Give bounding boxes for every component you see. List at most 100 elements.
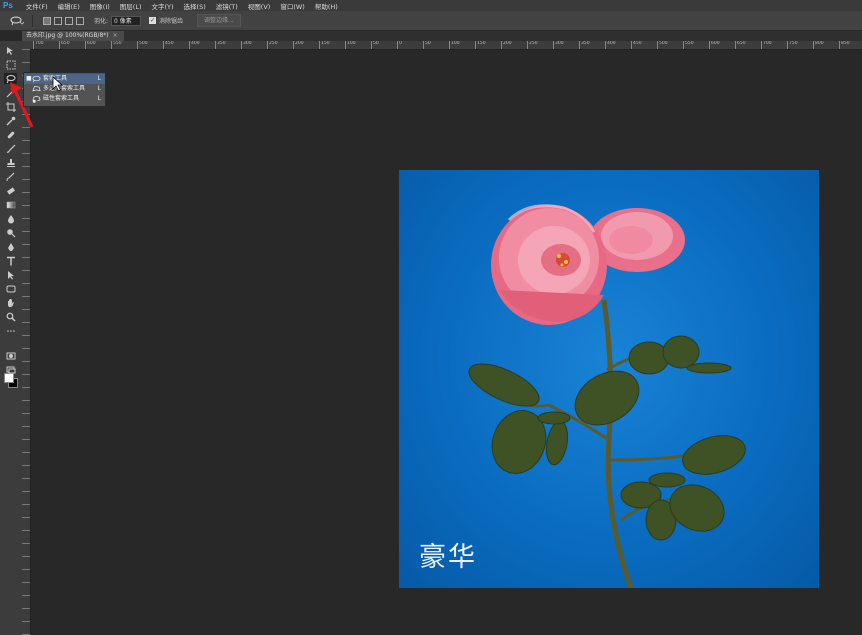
ruler-tick [22, 179, 30, 183]
more-tools[interactable] [4, 325, 17, 336]
path-selection-tool[interactable] [4, 269, 17, 280]
ruler-tick [22, 335, 30, 339]
watermark-text[interactable]: 豪华 [419, 535, 477, 574]
rose-stem [601, 299, 634, 588]
menu-select[interactable]: 选择(S) [179, 1, 211, 11]
menu-window[interactable]: 窗口(W) [275, 1, 310, 11]
document-tab-title: 去水印.jpg @ 100%(RGB/8*) [26, 32, 109, 39]
gradient-tool[interactable] [4, 199, 17, 210]
marquee-tool[interactable] [4, 59, 17, 70]
ruler-tick [22, 270, 30, 274]
quick-mask-icon [6, 352, 15, 359]
gradient-icon [6, 201, 15, 208]
move-tool[interactable] [4, 45, 17, 56]
hand-icon [7, 298, 14, 307]
ruler-tick [22, 452, 30, 456]
ruler-tick-label: 100 [449, 41, 460, 49]
feather-label: 羽化: [94, 18, 109, 25]
polygonal-lasso-icon [32, 85, 41, 92]
add-to-selection-icon[interactable] [54, 16, 62, 25]
ruler-tick [22, 465, 30, 469]
ruler-tick [22, 322, 30, 326]
history-brush-tool[interactable] [4, 171, 17, 182]
brush-icon [6, 144, 15, 153]
pen-tool[interactable] [4, 241, 17, 252]
menu-filter[interactable]: 滤镜(T) [211, 1, 243, 11]
lasso-icon [32, 75, 41, 83]
refine-edge-button[interactable]: 调整边缘... [197, 14, 241, 27]
flyout-item-label: 多边形套索工具 [43, 85, 86, 92]
rose-flowers [491, 204, 685, 325]
document-image[interactable]: 豪华 [399, 170, 819, 588]
antialias-checkbox[interactable]: ✓ 消除锯齿 [149, 16, 183, 25]
shape-tool[interactable] [4, 283, 17, 294]
screen-mode-icon [6, 366, 15, 373]
horizontal-ruler: 700 650 600 550 500 450 400 350 300 250 200 150 100 5… [30, 41, 862, 50]
eraser-tool[interactable] [4, 185, 17, 196]
menu-edit[interactable]: 编辑(E) [53, 1, 85, 11]
menu-layer[interactable]: 图层(L) [115, 1, 147, 11]
antialias-label: 消除锯齿 [159, 18, 184, 25]
ruler-tick [22, 348, 30, 352]
canvas-area[interactable]: 豪华 [31, 50, 862, 635]
hand-tool[interactable] [4, 297, 17, 308]
tool-preset-picker[interactable] [6, 14, 28, 27]
lasso-tool-flyout: ■ 套索工具 L 多边形套索工具 L 磁性套索工具 L [23, 72, 106, 107]
blur-tool[interactable] [4, 213, 17, 224]
zoom-tool[interactable] [4, 311, 17, 322]
flyout-item-polygonal-lasso[interactable]: 多边形套索工具 L [24, 84, 105, 94]
type-icon [6, 256, 15, 265]
ruler-tick [22, 361, 30, 365]
photoshop-logo: Ps [3, 1, 13, 10]
ruler-tick [22, 621, 30, 625]
menu-bar: Ps 文件(F) 编辑(E) 图像(I) 图层(L) 文字(Y) 选择(S) 滤… [0, 0, 862, 11]
subtract-from-selection-icon[interactable] [65, 16, 73, 25]
ruler-tick-label: 850 [839, 41, 850, 49]
new-selection-icon[interactable] [43, 16, 51, 25]
flyout-item-magnetic-lasso[interactable]: 磁性套索工具 L [24, 94, 105, 104]
menu-type[interactable]: 文字(Y) [147, 1, 179, 11]
menu-image[interactable]: 图像(I) [85, 1, 115, 11]
close-tab-icon[interactable]: × [113, 32, 118, 39]
ruler-tick-label: 400 [605, 41, 616, 49]
ruler-tick [22, 582, 30, 586]
menu-view[interactable]: 视图(V) [243, 1, 276, 11]
intersect-selection-icon[interactable] [76, 16, 84, 25]
ruler-tick-label: 600 [85, 41, 96, 49]
ruler-tick [22, 296, 30, 300]
bandage-icon [7, 131, 14, 138]
ruler-tick [22, 257, 30, 261]
ruler-tick [22, 517, 30, 521]
menu-help[interactable]: 帮助(H) [310, 1, 343, 11]
selection-mode-group [43, 16, 84, 25]
ruler-tick-label: 550 [111, 41, 122, 49]
ruler-tick-label: 0 [397, 41, 402, 49]
ruler-tick [22, 374, 30, 378]
ruler-tick [22, 491, 30, 495]
screen-mode-button[interactable] [4, 364, 17, 375]
ruler-tick [22, 595, 30, 599]
ruler-tick-label: 50 [371, 41, 379, 49]
type-tool[interactable] [4, 255, 17, 266]
ruler-tick [22, 218, 30, 222]
more-icon [6, 329, 15, 332]
flyout-item-shortcut: L [97, 75, 101, 82]
clone-stamp-tool[interactable] [4, 157, 17, 168]
ruler-tick [22, 153, 30, 157]
quick-mask-button[interactable] [4, 350, 17, 361]
document-tab[interactable]: 去水印.jpg @ 100%(RGB/8*) × [22, 31, 124, 41]
dodge-icon [6, 228, 15, 237]
healing-brush-tool[interactable] [4, 129, 17, 140]
ruler-tick-label: 550 [683, 41, 694, 49]
menu-file[interactable]: 文件(F) [21, 1, 53, 11]
ruler-tick-label: 800 [813, 41, 824, 49]
brush-tool[interactable] [4, 143, 17, 154]
dodge-tool[interactable] [4, 227, 17, 238]
ruler-tick-label: 200 [293, 41, 304, 49]
flyout-item-lasso[interactable]: ■ 套索工具 L [24, 74, 105, 84]
ruler-tick [22, 140, 30, 144]
ruler-tick-label: 150 [319, 41, 330, 49]
stamp-icon [6, 158, 15, 167]
feather-input[interactable]: 0 像素 [111, 15, 142, 26]
ruler-tick-label: 250 [267, 41, 278, 49]
